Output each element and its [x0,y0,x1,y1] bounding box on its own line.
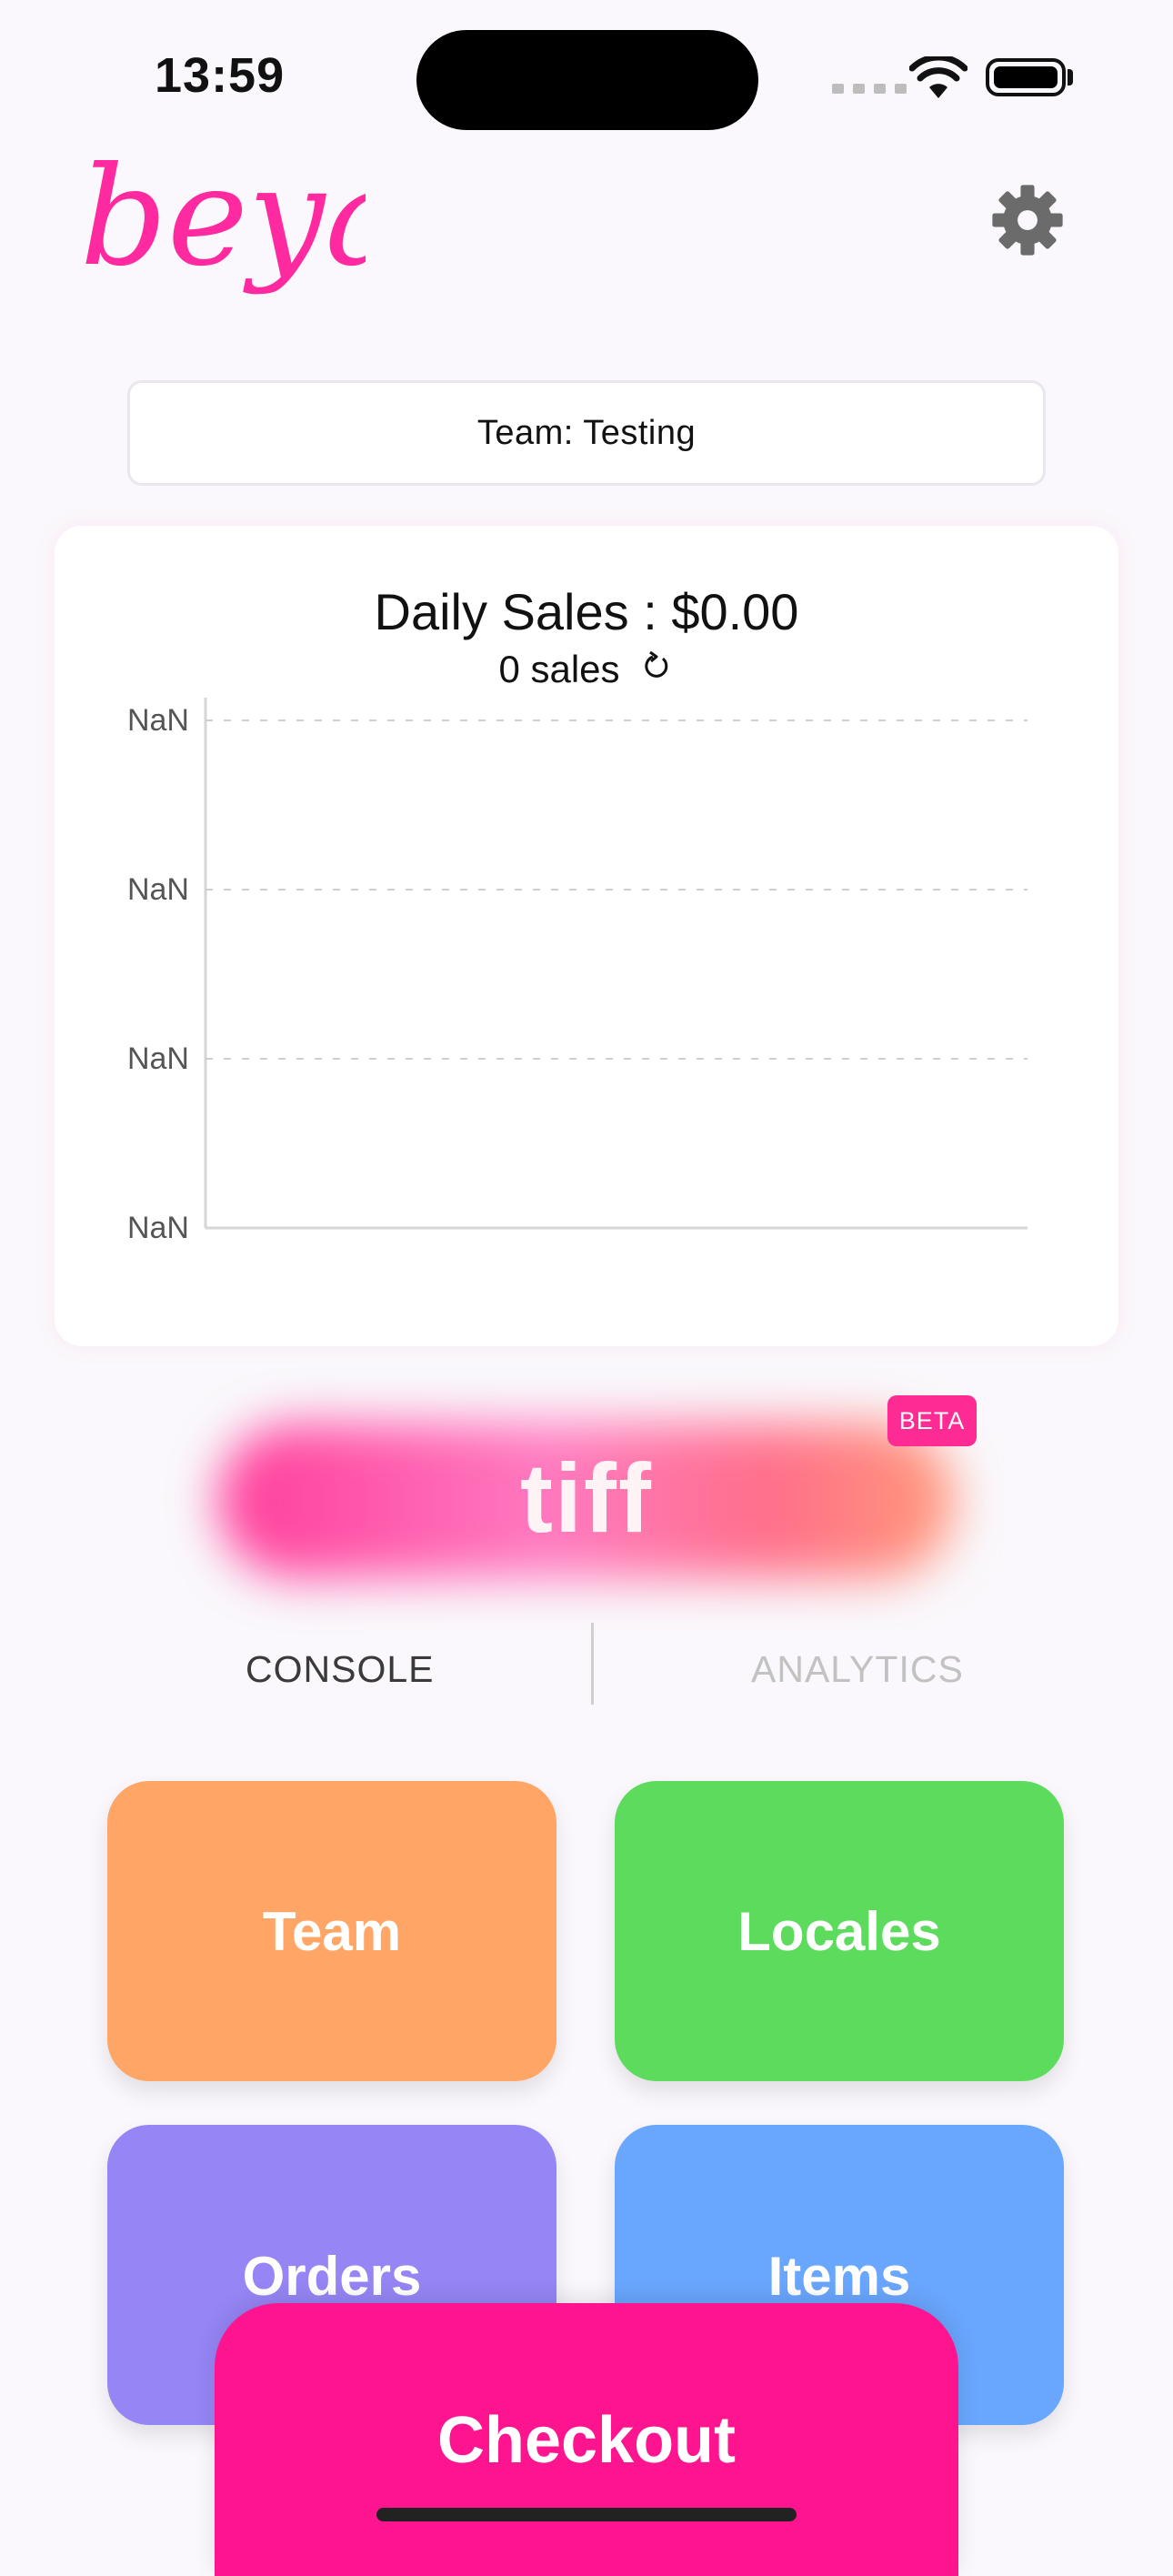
y-tick-label: NaN [126,1041,189,1076]
daily-sales-chart [204,698,1028,1230]
y-tick-label: NaN [126,872,189,907]
team-tile-button[interactable]: Team [107,1781,556,2081]
tab-divider [591,1623,594,1705]
y-tick-label: NaN [126,703,189,738]
home-indicator [376,2508,797,2521]
locales-tile-button[interactable]: Locales [615,1781,1064,2081]
tab-console[interactable]: CONSOLE [246,1648,435,1691]
beta-badge: BETA [887,1395,977,1446]
y-tick-label: NaN [126,1211,189,1245]
tiff-button[interactable]: tiff [0,1441,1173,1555]
checkout-button[interactable]: Checkout [215,2303,958,2576]
tab-analytics[interactable]: ANALYTICS [751,1648,964,1691]
